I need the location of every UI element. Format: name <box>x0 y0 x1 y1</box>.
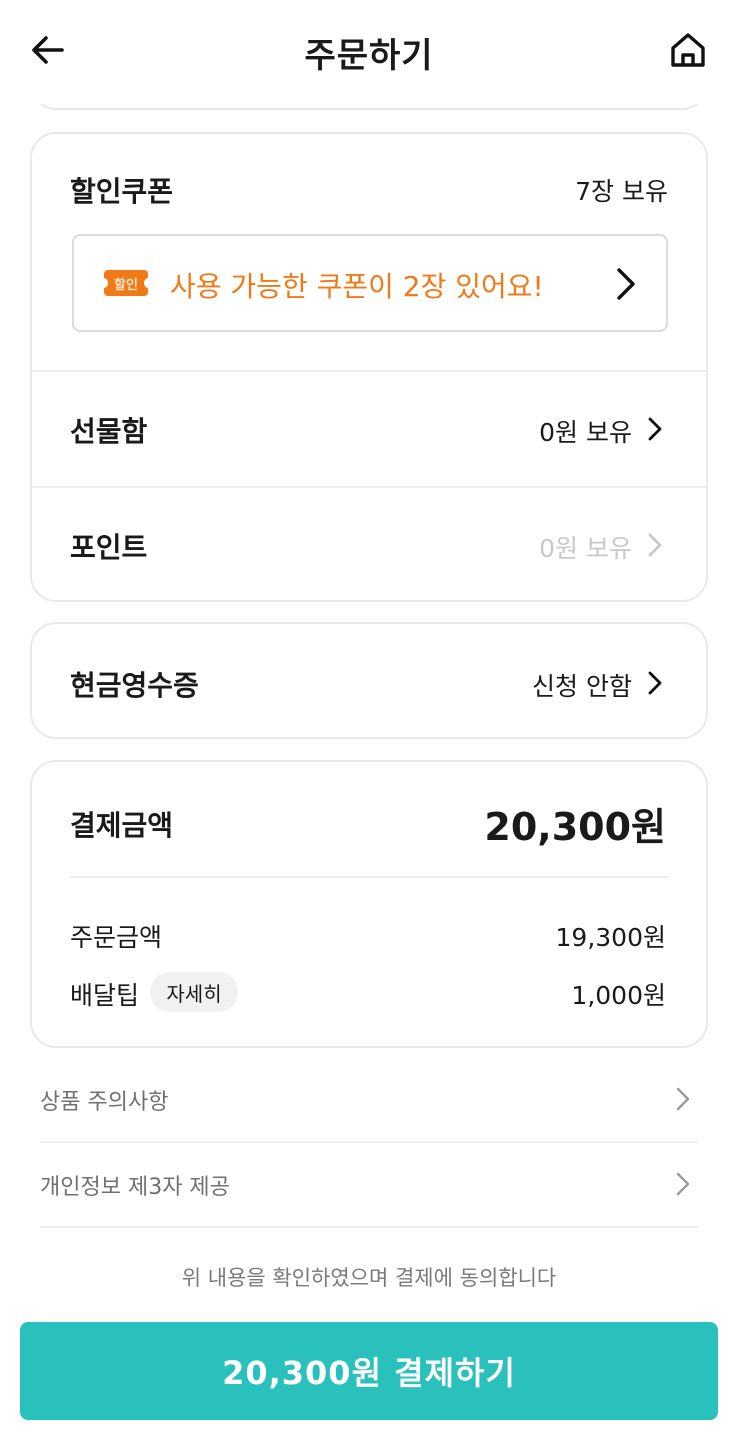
chevron-right-icon <box>617 268 635 300</box>
coupon-select-button[interactable]: 할인 사용 가능한 쿠폰이 2장 있어요! <box>72 234 668 332</box>
cash-receipt-label: 현금영수증 <box>70 669 199 702</box>
payment-label: 결제금액 <box>70 809 174 842</box>
divider <box>70 876 670 878</box>
delivery-tip-detail-button[interactable]: 자세히 <box>150 972 238 1012</box>
gift-box-label: 선물함 <box>70 415 148 448</box>
order-amount-label: 주문금액 <box>70 923 163 952</box>
page-title: 주문하기 <box>304 36 434 76</box>
delivery-tip-label: 배달팁 <box>70 981 140 1010</box>
home-icon <box>671 33 705 67</box>
pay-button[interactable]: 20,300원 결제하기 <box>20 1322 718 1420</box>
coupon-available-text: 사용 가능한 쿠폰이 2장 있어요! <box>170 270 544 303</box>
payment-total: 20,300원 <box>484 805 666 849</box>
point-row[interactable]: 포인트 0원 보유 <box>32 488 706 602</box>
order-amount-value: 19,300원 <box>555 923 666 952</box>
chevron-right-icon <box>676 1172 690 1196</box>
gift-box-value: 0원 보유 <box>539 418 632 447</box>
product-notice-link[interactable]: 상품 주의사항 <box>40 1058 698 1142</box>
header: 주문하기 <box>0 0 738 104</box>
cash-receipt-row[interactable]: 현금영수증 신청 안함 <box>30 622 708 739</box>
point-value: 0원 보유 <box>539 534 632 563</box>
point-label: 포인트 <box>70 531 148 564</box>
chevron-right-icon <box>676 1087 690 1111</box>
coupon-ticket-icon: 할인 <box>100 270 152 296</box>
payment-summary-card: 결제금액 20,300원 주문금액 19,300원 배달팁 자세히 1,000원 <box>30 760 708 1048</box>
home-button[interactable] <box>666 28 710 72</box>
chevron-right-icon <box>648 671 662 695</box>
coupon-owned-count: 7장 보유 <box>575 177 668 206</box>
chevron-right-icon <box>648 417 662 441</box>
privacy-third-party-label: 개인정보 제3자 제공 <box>40 1175 230 1200</box>
divider <box>40 1226 698 1228</box>
cash-receipt-value: 신청 안함 <box>532 672 632 701</box>
gift-box-row[interactable]: 선물함 0원 보유 <box>32 372 706 486</box>
privacy-third-party-link[interactable]: 개인정보 제3자 제공 <box>40 1143 698 1227</box>
chevron-right-icon <box>648 533 662 557</box>
product-notice-label: 상품 주의사항 <box>40 1090 169 1115</box>
discount-card: 할인쿠폰 7장 보유 할인 사용 가능한 쿠폰이 2장 있어요! 선물함 0원 … <box>30 132 708 602</box>
coupon-label: 할인쿠폰 <box>70 175 174 208</box>
order-page: 주문하기 할인쿠폰 7장 보유 할인 사용 가능한 쿠폰이 2장 있어요! 선물… <box>0 0 738 1440</box>
consent-text: 위 내용을 확인하였으며 결제에 동의합니다 <box>181 1266 557 1290</box>
delivery-tip-value: 1,000원 <box>571 981 666 1010</box>
